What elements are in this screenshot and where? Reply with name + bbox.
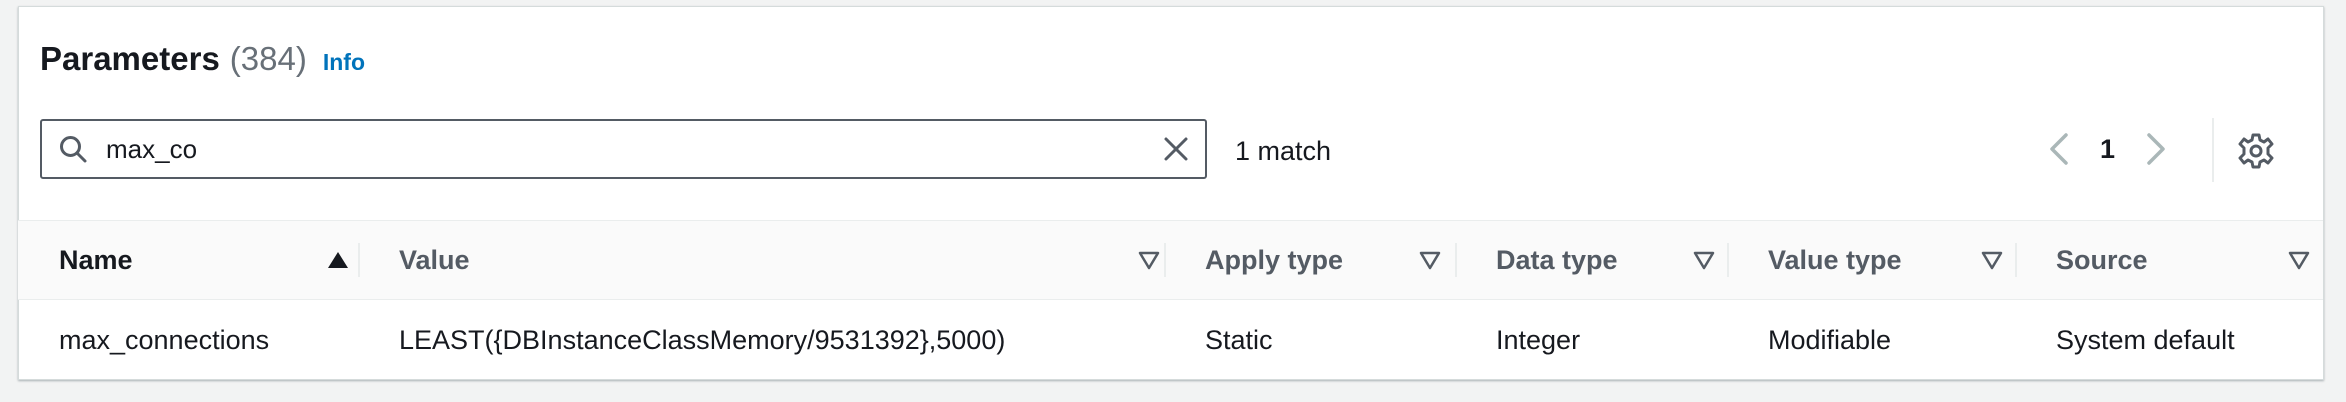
column-header-name[interactable]: Name bbox=[59, 221, 359, 299]
column-header-value-type[interactable]: Value type bbox=[1768, 221, 2028, 299]
sort-icon[interactable] bbox=[2287, 248, 2311, 272]
cell-apply-type: Static bbox=[1205, 324, 1273, 355]
page-title: Parameters bbox=[40, 40, 220, 77]
search-field[interactable] bbox=[40, 119, 1207, 179]
column-divider bbox=[1727, 243, 1729, 277]
sort-ascending-icon[interactable] bbox=[326, 248, 350, 272]
match-count: 1 match bbox=[1235, 136, 1332, 166]
cell-data-type: Integer bbox=[1496, 324, 1581, 355]
cell-value-type: Modifiable bbox=[1768, 324, 1892, 355]
gear-icon[interactable] bbox=[2238, 133, 2274, 169]
column-header-label: Apply type bbox=[1205, 244, 1344, 275]
sort-icon[interactable] bbox=[1418, 248, 1442, 272]
search-icon bbox=[60, 136, 87, 163]
table-header: Name Value Apply type Data type Value ty… bbox=[18, 220, 2323, 300]
page-number-button[interactable]: 1 bbox=[2100, 134, 2115, 165]
cell-value: LEAST({DBInstanceClassMemory/9531392},50… bbox=[399, 324, 1006, 355]
table-row[interactable]: max_connections LEAST({DBInstanceClassMe… bbox=[18, 300, 2323, 380]
column-divider bbox=[1455, 243, 1457, 277]
search-input[interactable] bbox=[106, 133, 1161, 165]
column-header-label: Data type bbox=[1496, 244, 1618, 275]
column-divider bbox=[1164, 243, 1166, 277]
info-link[interactable]: Info bbox=[323, 49, 365, 76]
column-header-label: Value bbox=[399, 244, 470, 275]
parameter-count: (384) bbox=[229, 40, 307, 77]
cell-source: System default bbox=[2056, 324, 2235, 355]
toolbar-divider bbox=[2212, 118, 2214, 182]
sort-icon[interactable] bbox=[1692, 248, 1716, 272]
close-icon[interactable] bbox=[1161, 134, 1191, 164]
table-body: max_connections LEAST({DBInstanceClassMe… bbox=[18, 300, 2323, 380]
column-header-value[interactable]: Value bbox=[399, 221, 1199, 299]
column-header-label: Name bbox=[59, 244, 133, 275]
pagination: 1 bbox=[2044, 126, 2171, 172]
column-header-label: Value type bbox=[1768, 244, 1902, 275]
column-header-data-type[interactable]: Data type bbox=[1496, 221, 1756, 299]
panel-header: Parameters (384) Info bbox=[40, 40, 365, 78]
column-header-apply-type[interactable]: Apply type bbox=[1205, 221, 1505, 299]
column-divider bbox=[2015, 243, 2017, 277]
chevron-left-icon[interactable] bbox=[2044, 129, 2074, 169]
chevron-right-icon[interactable] bbox=[2141, 129, 2171, 169]
parameters-table: Name Value Apply type Data type Value ty… bbox=[18, 220, 2323, 380]
cell-name: max_connections bbox=[59, 324, 270, 355]
column-header-source[interactable]: Source bbox=[2056, 221, 2316, 299]
sort-icon[interactable] bbox=[1980, 248, 2004, 272]
sort-icon[interactable] bbox=[1137, 248, 1161, 272]
column-header-label: Source bbox=[2056, 244, 2148, 275]
column-divider bbox=[358, 243, 360, 277]
